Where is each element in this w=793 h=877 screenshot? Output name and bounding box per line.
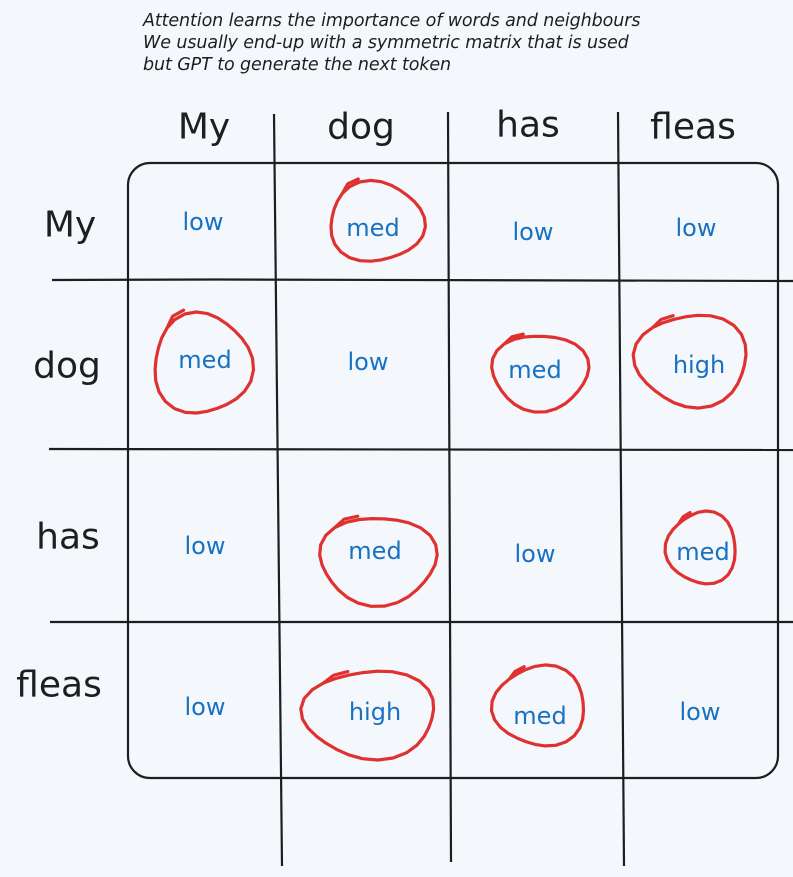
note-line-2: We usually end-up with a symmetric matri… [143, 33, 629, 53]
cell-dog-my: med [178, 346, 232, 374]
cell-has-my: low [184, 532, 226, 560]
row-divider-1 [51, 278, 793, 283]
cell-my-dog: med [346, 214, 400, 242]
cell-has-fleas: med [676, 538, 730, 566]
row-header-fleas: fleas [16, 664, 102, 706]
cell-dog-dog: low [347, 348, 389, 376]
row-header-my: My [43, 204, 97, 246]
cell-has-has: low [514, 540, 556, 568]
cell-fleas-has: med [513, 702, 567, 730]
note-line-1: Attention learns the importance of words… [143, 11, 641, 31]
cell-fleas-my: low [184, 693, 226, 721]
matrix-frame [126, 161, 780, 780]
cell-dog-fleas: high [672, 351, 726, 379]
cell-fleas-fleas: low [679, 698, 721, 726]
column-divider-3 [616, 111, 626, 867]
annotation-note: Attention learns the importance of words… [143, 10, 783, 76]
column-divider-2 [446, 111, 453, 863]
cell-dog-has: med [508, 356, 562, 384]
cell-has-dog: med [348, 537, 402, 565]
cell-fleas-dog: high [348, 698, 402, 726]
row-header-has: has [36, 516, 100, 558]
row-header-dog: dog [33, 345, 101, 387]
column-header-my: My [177, 106, 231, 148]
cell-my-fleas: low [675, 214, 717, 242]
row-divider-2 [48, 447, 793, 452]
cell-my-has: low [512, 218, 554, 246]
note-line-3: but GPT to generate the next token [143, 55, 452, 75]
column-header-has: has [496, 104, 560, 146]
cell-my-my: low [182, 208, 224, 236]
attention-matrix-diagram: Attention learns the importance of words… [0, 0, 793, 877]
column-header-dog: dog [327, 106, 395, 148]
row-divider-3 [49, 620, 793, 624]
column-divider-1 [272, 113, 284, 867]
column-header-fleas: fleas [650, 106, 736, 148]
